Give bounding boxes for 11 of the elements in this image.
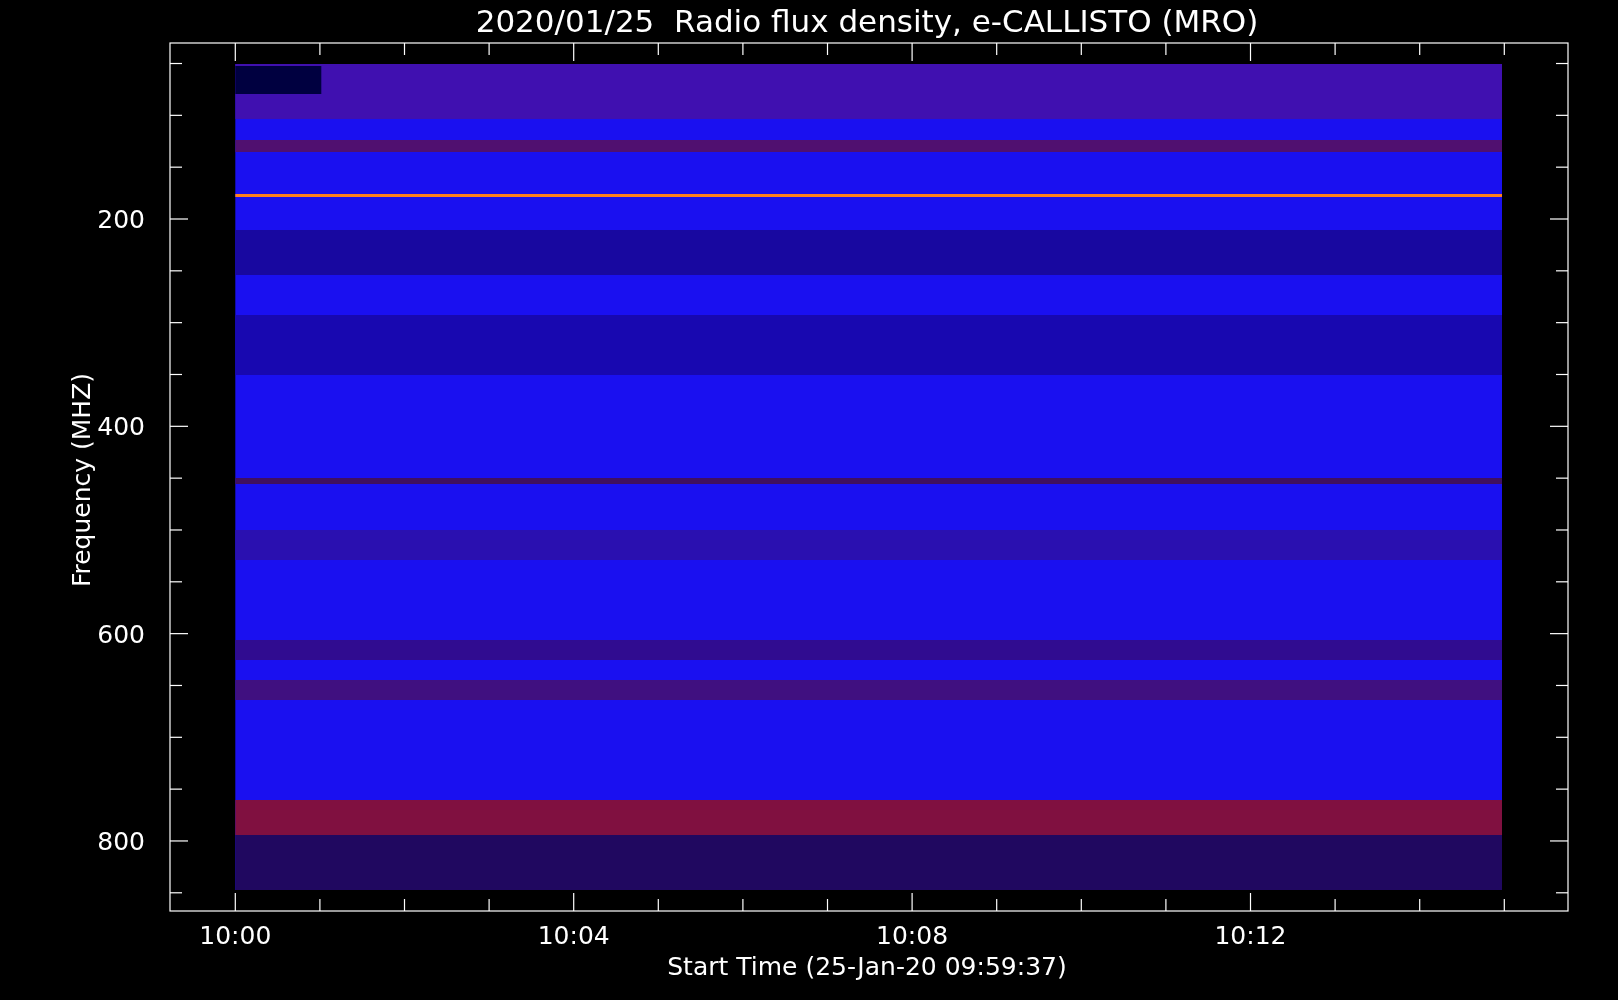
axis-tick-label: 200 <box>97 205 145 234</box>
axis-title: Frequency (MHZ) <box>67 372 96 588</box>
axis-tick-label: 600 <box>97 619 145 649</box>
axis-tick-label: 10:08 <box>876 921 949 950</box>
axis-title: Start Time (25-Jan-20 09:59:37) <box>667 952 1067 981</box>
axis-tick-label: 10:04 <box>537 921 610 950</box>
axis-tick-label: 800 <box>97 826 145 856</box>
chart-title: 2020/01/25 Radio flux density, e-CALLISTO (MRO) <box>475 3 1259 39</box>
axis-tick-label: 10:00 <box>199 921 272 950</box>
axis-tick-label: 10:12 <box>1214 921 1287 950</box>
axis-tick-label: 400 <box>97 412 145 442</box>
